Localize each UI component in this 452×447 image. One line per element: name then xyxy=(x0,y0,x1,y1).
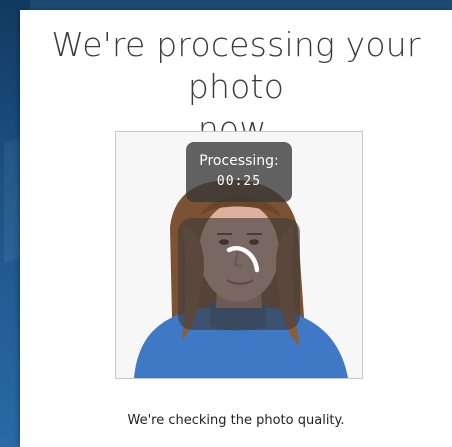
loading-spinner-icon xyxy=(226,246,260,273)
processing-status: Processing: 00:25 xyxy=(186,142,292,202)
processing-timer: 00:25 xyxy=(216,174,262,189)
status-caption: We're checking the photo quality. xyxy=(127,413,345,428)
spinner-overlay xyxy=(178,218,300,330)
processing-card: We're processing your photo now. Process… xyxy=(20,10,452,447)
processing-label: Processing: xyxy=(199,153,279,169)
photo-preview: Processing: 00:25 xyxy=(115,131,363,379)
